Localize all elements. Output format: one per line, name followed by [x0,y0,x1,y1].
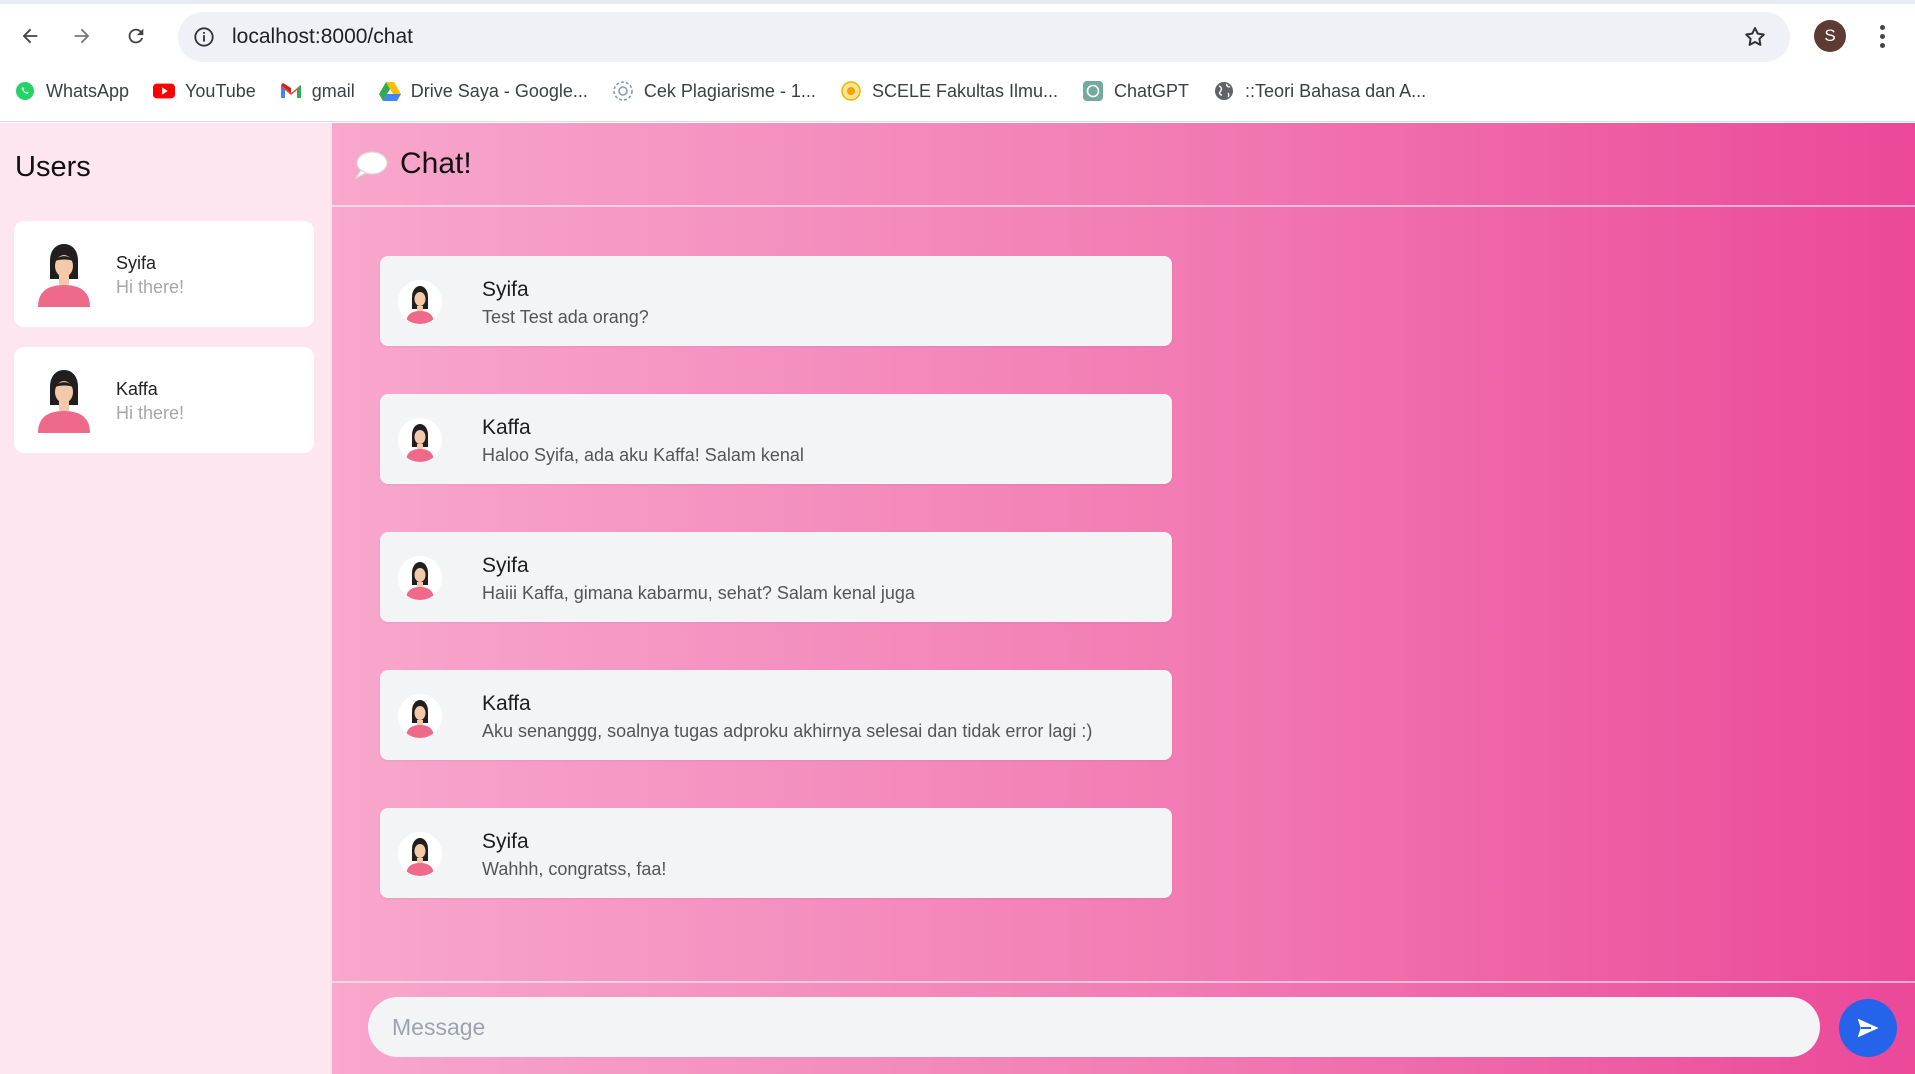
bookmarks-bar: WhatsApp YouTube gmail Drive Saya - Goog… [14,76,1426,106]
send-button[interactable] [1839,999,1897,1057]
browser-menu-icon[interactable] [1870,18,1894,54]
arrow-right-icon [74,28,90,44]
user-last-message: Hi there! [116,403,185,423]
message-item: Syifa Test Test ada orang? [380,256,1172,346]
bookmark-label: ChatGPT [1114,80,1190,101]
sender-avatar-icon [398,418,442,462]
message-sender: Kaffa [482,416,531,439]
globe-icon [1213,80,1235,102]
forward-button[interactable] [60,14,104,58]
bookmark-plagiarism[interactable]: Cek Plagiarisme - 1... [612,80,816,102]
gmail-icon [280,80,302,102]
navigation-bar: localhost:8000/chat S [0,10,1915,62]
bookmark-label: gmail [311,80,355,101]
bookmark-gmail[interactable]: gmail [280,80,355,102]
profile-avatar[interactable]: S [1814,20,1846,52]
users-sidebar: Users Syifa Hi there! Kaffa Hi there! [0,123,332,1074]
chatgpt-icon [1082,80,1104,102]
user-card-kaffa[interactable]: Kaffa Hi there! [14,347,314,453]
message-sender: Syifa [482,554,529,577]
bookmark-whatsapp[interactable]: WhatsApp [14,80,129,102]
message-text: Haiii Kaffa, gimana kabarmu, sehat? Sala… [482,583,915,603]
bookmark-label: Cek Plagiarisme - 1... [643,80,816,101]
speech-bubble-icon [354,151,388,180]
message-item: Syifa Haiii Kaffa, gimana kabarmu, sehat… [380,532,1172,622]
bookmark-label: ::Teori Bahasa dan A... [1245,80,1427,101]
user-card-syifa[interactable]: Syifa Hi there! [14,221,314,327]
send-icon [1857,1018,1879,1038]
sender-avatar-icon [398,694,442,738]
address-bar[interactable]: localhost:8000/chat [178,12,1790,62]
drive-icon [378,80,401,102]
reload-icon [128,28,144,44]
message-input[interactable] [368,997,1820,1057]
bookmark-teori-bahasa[interactable]: ::Teori Bahasa dan A... [1213,80,1426,102]
bookmark-drive[interactable]: Drive Saya - Google... [378,80,588,102]
bookmark-label: Drive Saya - Google... [410,80,588,101]
message-sender: Kaffa [482,692,531,715]
tab-strip [0,0,1915,4]
arrow-left-icon [22,28,38,44]
sender-avatar-icon [398,280,442,324]
message-text: Wahhh, congratss, faa! [482,859,667,879]
message-composer [332,981,1915,1074]
bookmark-chatgpt[interactable]: ChatGPT [1082,80,1189,102]
sender-avatar-icon [398,832,442,876]
url-text[interactable]: localhost:8000/chat [232,25,413,49]
whatsapp-icon [14,80,36,102]
message-text: Aku senanggg, soalnya tugas adproku akhi… [482,721,1093,741]
browser-toolbar: localhost:8000/chat S WhatsApp YouTube g… [0,0,1915,122]
sidebar-title: Users [15,151,91,183]
youtube-icon [153,80,176,102]
user-avatar-icon [38,244,90,307]
user-name: Syifa [116,253,157,273]
message-sender: Syifa [482,830,529,853]
message-sender: Syifa [482,278,529,301]
bookmark-youtube[interactable]: YouTube [153,80,256,102]
reload-button[interactable] [114,14,158,58]
user-name: Kaffa [116,379,158,399]
bookmark-label: WhatsApp [46,80,130,101]
bookmark-scele[interactable]: SCELE Fakultas Ilmu... [840,80,1058,102]
message-list: Syifa Test Test ada orang? Kaffa Haloo S… [380,256,1172,946]
message-text: Test Test ada orang? [482,307,649,327]
bookmark-label: YouTube [185,80,256,101]
chat-header: Chat! [332,123,1915,207]
message-item: Syifa Wahhh, congratss, faa! [380,808,1172,898]
plagiarism-icon [612,80,634,102]
scele-icon [840,80,862,102]
chat-panel: Chat! Syifa Test Test ada orang? Kaffa H… [332,123,1915,1074]
bookmark-label: SCELE Fakultas Ilmu... [871,80,1059,101]
message-item: Kaffa Haloo Syifa, ada aku Kaffa! Salam … [380,394,1172,484]
user-last-message: Hi there! [116,277,185,297]
back-button[interactable] [8,14,52,58]
message-text: Haloo Syifa, ada aku Kaffa! Salam kenal [482,445,804,465]
message-item: Kaffa Aku senanggg, soalnya tugas adprok… [380,670,1172,760]
user-avatar-icon [38,370,90,433]
chat-title: Chat! [400,147,472,180]
sender-avatar-icon [398,556,442,600]
bookmark-star-icon[interactable] [1738,20,1772,54]
site-info-icon[interactable] [190,23,218,51]
